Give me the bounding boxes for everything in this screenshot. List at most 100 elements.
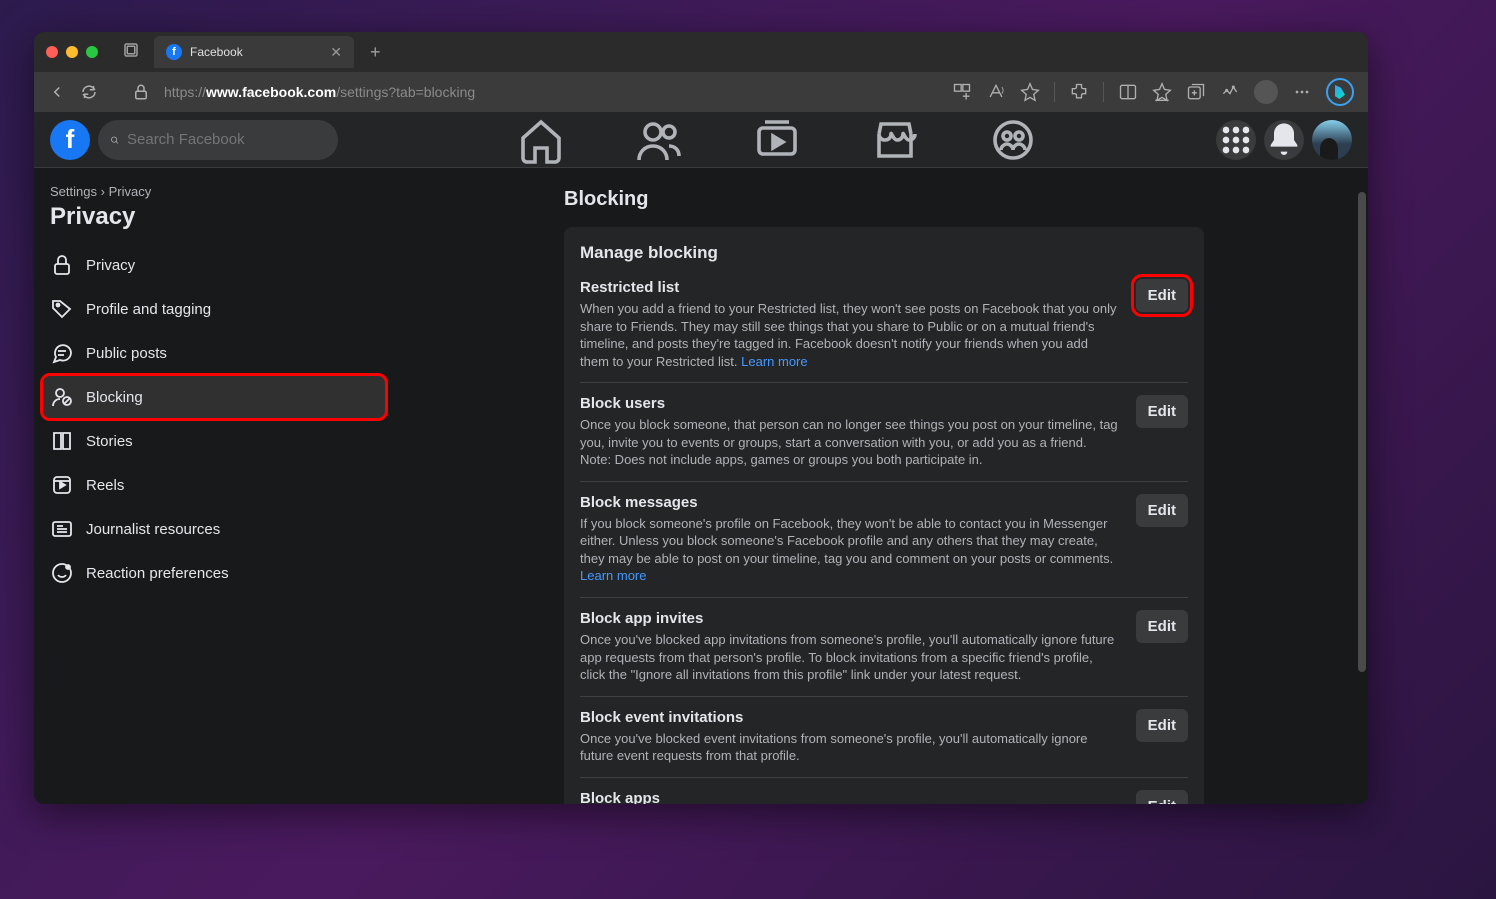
- extensions-icon[interactable]: [1069, 82, 1089, 102]
- header-right: [1216, 120, 1352, 160]
- section-desc: If you block someone's profile on Facebo…: [580, 515, 1120, 585]
- header-nav: [346, 116, 1208, 164]
- sidebar-item-reels[interactable]: Reels: [42, 463, 386, 507]
- user-block-icon: [50, 385, 74, 409]
- menu-grid-button[interactable]: [1216, 120, 1256, 160]
- section-desc: When you add a friend to your Restricted…: [580, 300, 1120, 370]
- facebook-logo[interactable]: f: [50, 120, 90, 160]
- search-input[interactable]: [127, 131, 326, 148]
- card-title: Manage blocking: [580, 243, 1188, 263]
- toolbar-divider: [1103, 82, 1104, 102]
- favorites-icon[interactable]: [1152, 82, 1172, 102]
- news-icon: [50, 517, 74, 541]
- section-title: Block event invitations: [580, 709, 1120, 726]
- sidebar-item-label: Reaction preferences: [86, 565, 229, 582]
- url-bar: https://www.facebook.com/settings?tab=bl…: [34, 72, 1368, 112]
- scrollbar-thumb[interactable]: [1358, 192, 1366, 672]
- performance-icon[interactable]: [1220, 82, 1240, 102]
- learn-more-link[interactable]: Learn more: [580, 568, 646, 583]
- section-title: Block users: [580, 395, 1120, 412]
- collections-icon[interactable]: [1186, 82, 1206, 102]
- book-icon: [50, 429, 74, 453]
- app-install-icon[interactable]: [952, 82, 972, 102]
- facebook-header: f: [34, 112, 1368, 168]
- sidebar-item-public-posts[interactable]: Public posts: [42, 331, 386, 375]
- tab-title: Facebook: [190, 45, 243, 59]
- facebook-favicon-icon: f: [166, 44, 182, 60]
- edit-button[interactable]: Edit: [1136, 610, 1188, 643]
- nav-marketplace[interactable]: [840, 116, 950, 164]
- bing-chat-button[interactable]: [1326, 78, 1354, 106]
- favorite-star-icon[interactable]: [1020, 82, 1040, 102]
- more-menu-icon[interactable]: [1292, 82, 1312, 102]
- section-title: Block apps: [580, 790, 1120, 804]
- section-restricted-list: Restricted list When you add a friend to …: [580, 279, 1188, 382]
- toolbar-icons: [952, 78, 1354, 106]
- reel-icon: [50, 473, 74, 497]
- page-content: f Settings ›: [34, 112, 1368, 804]
- read-aloud-icon[interactable]: [986, 82, 1006, 102]
- edit-button[interactable]: Edit: [1136, 709, 1188, 742]
- section-block-users: Block users Once you block someone, that …: [580, 382, 1188, 481]
- sidebar-item-privacy[interactable]: Privacy: [42, 243, 386, 287]
- edit-button[interactable]: Edit: [1136, 279, 1188, 312]
- sidebar-item-stories[interactable]: Stories: [42, 419, 386, 463]
- scrollbar[interactable]: [1358, 192, 1366, 800]
- section-block-event-invitations: Block event invitationsOnce you've block…: [580, 696, 1188, 777]
- close-tab-button[interactable]: ✕: [330, 44, 342, 61]
- browser-tab[interactable]: f Facebook ✕: [154, 36, 354, 68]
- sidebar-item-profile-and-tagging[interactable]: Profile and tagging: [42, 287, 386, 331]
- toolbar-divider: [1054, 82, 1055, 102]
- breadcrumb-current: Privacy: [109, 184, 152, 199]
- section-desc: Once you've blocked app invitations from…: [580, 631, 1120, 684]
- section-title: Block app invites: [580, 610, 1120, 627]
- tab-overview-button[interactable]: [122, 41, 140, 64]
- breadcrumb: Settings › Privacy: [42, 184, 386, 199]
- split-screen-icon[interactable]: [1118, 82, 1138, 102]
- sidebar-item-label: Journalist resources: [86, 521, 220, 538]
- search-icon: [110, 120, 119, 160]
- edit-button[interactable]: Edit: [1136, 494, 1188, 527]
- nav-watch[interactable]: [722, 116, 832, 164]
- edit-button[interactable]: Edit: [1136, 790, 1188, 804]
- sidebar-item-reaction-preferences[interactable]: Reaction preferences: [42, 551, 386, 595]
- react-icon: [50, 561, 74, 585]
- lock-icon: [50, 253, 74, 277]
- maximize-window-button[interactable]: [86, 46, 98, 58]
- learn-more-link[interactable]: Learn more: [741, 354, 807, 369]
- nav-home[interactable]: [486, 116, 596, 164]
- section-title: Block messages: [580, 494, 1120, 511]
- back-button[interactable]: [48, 83, 66, 101]
- page-title: Blocking: [564, 188, 1204, 211]
- new-tab-button[interactable]: +: [370, 42, 381, 63]
- close-window-button[interactable]: [46, 46, 58, 58]
- profile-avatar-icon[interactable]: [1254, 80, 1278, 104]
- minimize-window-button[interactable]: [66, 46, 78, 58]
- main-content: Blocking Manage blocking Restricted list…: [394, 168, 1368, 804]
- nav-friends[interactable]: [604, 116, 714, 164]
- sidebar-item-journalist-resources[interactable]: Journalist resources: [42, 507, 386, 551]
- breadcrumb-settings-link[interactable]: Settings: [50, 184, 97, 199]
- edit-button[interactable]: Edit: [1136, 395, 1188, 428]
- nav-groups[interactable]: [958, 116, 1068, 164]
- sidebar-item-label: Reels: [86, 477, 124, 494]
- section-title: Restricted list: [580, 279, 1120, 296]
- sidebar-item-label: Profile and tagging: [86, 301, 211, 318]
- sidebar-item-label: Public posts: [86, 345, 167, 362]
- refresh-button[interactable]: [80, 83, 98, 101]
- sidebar-item-label: Stories: [86, 433, 133, 450]
- browser-window: f Facebook ✕ + https://www.facebook.com/…: [34, 32, 1368, 804]
- url-field[interactable]: https://www.facebook.com/settings?tab=bl…: [164, 84, 938, 100]
- site-info-lock-icon[interactable]: [132, 83, 150, 101]
- comment-icon: [50, 341, 74, 365]
- account-button[interactable]: [1312, 120, 1352, 160]
- sidebar-title: Privacy: [42, 199, 386, 243]
- search-box[interactable]: [98, 120, 338, 160]
- notifications-button[interactable]: [1264, 120, 1304, 160]
- sidebar: Settings › Privacy Privacy Privacy Profil…: [34, 168, 394, 804]
- sidebar-item-blocking[interactable]: Blocking: [42, 375, 386, 419]
- section-desc: Once you block someone, that person can …: [580, 416, 1120, 469]
- title-bar: f Facebook ✕ +: [34, 32, 1368, 72]
- sidebar-item-label: Blocking: [86, 389, 143, 406]
- section-block-apps: Block apps Edit: [580, 777, 1188, 804]
